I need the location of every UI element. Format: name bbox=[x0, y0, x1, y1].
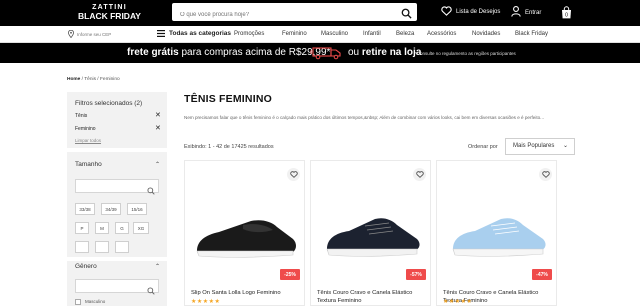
login-link[interactable]: Entrar bbox=[511, 6, 541, 19]
size-option[interactable] bbox=[75, 241, 89, 253]
cart-button[interactable]: 0 bbox=[561, 6, 572, 24]
size-option[interactable] bbox=[115, 241, 129, 253]
search-icon[interactable] bbox=[401, 6, 412, 24]
breadcrumb: Home / Tênis / Feminino bbox=[67, 77, 120, 82]
nav-item-promocoes[interactable]: Promoções bbox=[234, 31, 264, 37]
chevron-up-icon[interactable]: ⌃ bbox=[155, 263, 160, 270]
gender-checkbox[interactable] bbox=[75, 299, 81, 305]
store-pickup-text: ou retire na loja bbox=[348, 47, 421, 58]
selected-filters-title: Filtros selecionados (2) bbox=[75, 100, 143, 107]
page-title: TÊNIS FEMININO bbox=[184, 93, 272, 105]
clear-filters-link[interactable]: Limpar todos bbox=[75, 138, 101, 143]
shipping-promo-banner[interactable]: frete grátis para compras acima de R$29,… bbox=[0, 43, 640, 63]
store-pickup-bold: retire na loja bbox=[361, 47, 422, 58]
size-option[interactable]: 34/39 bbox=[101, 203, 121, 215]
product-image[interactable] bbox=[193, 211, 299, 261]
size-option[interactable]: 33/38 bbox=[75, 203, 95, 215]
product-name[interactable]: Tênis Couro Cravo e Canela Elástico Text… bbox=[317, 289, 429, 305]
discount-badge: -25% bbox=[280, 269, 300, 280]
cep-selector[interactable]: Informe seu CEP bbox=[68, 30, 111, 38]
nav-item-infantil[interactable]: Infantil bbox=[363, 31, 381, 37]
size-option[interactable]: 15/16 bbox=[127, 203, 147, 215]
product-card[interactable]: -25% Slip On Santa Lolla Logo Feminino ★… bbox=[184, 160, 305, 306]
breadcrumb-home[interactable]: Home bbox=[67, 77, 80, 82]
login-label: Entrar bbox=[525, 9, 542, 16]
size-filter-title[interactable]: Tamanho bbox=[75, 161, 102, 168]
size-option[interactable]: M bbox=[95, 222, 109, 234]
nav-item-acessorios[interactable]: Acessórios bbox=[427, 31, 456, 37]
location-pin-icon bbox=[68, 30, 74, 38]
brand-campaign: BLACK FRIDAY bbox=[78, 11, 141, 21]
nav-item-feminino[interactable]: Feminino bbox=[282, 31, 307, 37]
divider bbox=[67, 148, 167, 152]
sort-select[interactable]: Mais Populares ⌄ bbox=[505, 138, 575, 155]
gender-search-input[interactable] bbox=[75, 279, 159, 295]
results-count: Exibindo: 1 - 42 de 17425 resultados bbox=[184, 144, 274, 150]
search-box bbox=[172, 3, 417, 24]
nav-item-masculino[interactable]: Masculino bbox=[321, 31, 348, 37]
product-image[interactable] bbox=[319, 211, 425, 261]
search-input[interactable] bbox=[172, 6, 392, 24]
gender-option-label: Masculino bbox=[85, 299, 106, 304]
remove-filter-tenis-icon[interactable]: ✕ bbox=[155, 111, 161, 119]
truck-icon bbox=[310, 46, 344, 65]
remove-filter-feminino-icon[interactable]: ✕ bbox=[155, 124, 161, 132]
wishlist-heart-icon[interactable] bbox=[539, 168, 552, 181]
cep-label: Informe seu CEP bbox=[77, 31, 112, 37]
selected-filter-feminino: Feminino bbox=[75, 126, 96, 132]
gender-filter-title[interactable]: Gênero bbox=[75, 263, 97, 270]
wishlist-link[interactable]: Lista de Desejos bbox=[441, 6, 500, 18]
size-option[interactable] bbox=[95, 241, 109, 253]
wishlist-heart-icon[interactable] bbox=[287, 168, 300, 181]
size-search-input[interactable] bbox=[75, 179, 159, 195]
nav-item-beleza[interactable]: Beleza bbox=[396, 31, 414, 37]
rating-stars: ★★★★★ bbox=[191, 299, 221, 305]
product-name[interactable]: Slip On Santa Lolla Logo Feminino bbox=[191, 289, 303, 297]
sort-label: Ordenar por bbox=[468, 144, 498, 150]
discount-badge: -57% bbox=[406, 269, 426, 280]
size-option[interactable]: G bbox=[115, 222, 129, 234]
free-shipping-condition: para compras acima de R$29,99* bbox=[178, 47, 331, 58]
chevron-down-icon: ⌄ bbox=[562, 143, 568, 149]
chevron-up-icon[interactable]: ⌃ bbox=[155, 161, 160, 168]
size-option[interactable]: P bbox=[75, 222, 89, 234]
selected-filter-tenis: Tênis bbox=[75, 113, 88, 119]
category-description: Nem precisamos falar que o tênis feminin… bbox=[184, 115, 545, 120]
free-shipping-text: frete grátis para compras acima de R$29,… bbox=[127, 47, 330, 58]
filters-sidebar: Filtros selecionados (2) Tênis ✕ Feminin… bbox=[67, 92, 167, 306]
all-categories-label: Todas as categorias bbox=[169, 30, 232, 37]
search-icon bbox=[147, 282, 155, 300]
top-header: ZATTINI BLACK FRIDAY Lista de Desejos En… bbox=[0, 0, 640, 26]
product-card[interactable]: -47% Tênis Couro Cravo e Canela Elástico… bbox=[436, 160, 557, 306]
bag-icon: 0 bbox=[561, 6, 572, 23]
sort-selected-value: Mais Populares bbox=[513, 143, 555, 149]
nav-item-novidades[interactable]: Novidades bbox=[472, 31, 500, 37]
brand-logo[interactable]: ZATTINI BLACK FRIDAY bbox=[78, 3, 141, 21]
wishlist-label: Lista de Desejos bbox=[456, 9, 501, 15]
user-icon bbox=[511, 6, 521, 19]
wishlist-heart-icon[interactable] bbox=[413, 168, 426, 181]
product-image[interactable] bbox=[445, 211, 551, 261]
all-categories-button[interactable]: Todas as categorias bbox=[157, 30, 231, 37]
size-option[interactable]: XG bbox=[133, 222, 149, 234]
breadcrumb-path[interactable]: / Tênis / Feminino bbox=[80, 77, 120, 82]
free-shipping-bold: frete grátis bbox=[127, 47, 179, 58]
svg-text:0: 0 bbox=[565, 13, 568, 19]
search-icon bbox=[147, 182, 155, 200]
divider bbox=[67, 257, 167, 261]
promo-note: *Consulte no regulamento as regiões part… bbox=[415, 50, 516, 56]
menu-icon bbox=[157, 30, 165, 37]
discount-badge: -47% bbox=[532, 269, 552, 280]
category-nav: Informe seu CEP Todas as categorias Prom… bbox=[0, 26, 640, 43]
product-card[interactable]: -57% Tênis Couro Cravo e Canela Elástico… bbox=[310, 160, 431, 306]
store-pickup-prefix: ou bbox=[348, 47, 362, 58]
nav-item-black-friday[interactable]: Black Friday bbox=[515, 31, 548, 37]
rating-stars: ★★★★★ bbox=[443, 299, 473, 305]
heart-icon bbox=[441, 6, 452, 18]
